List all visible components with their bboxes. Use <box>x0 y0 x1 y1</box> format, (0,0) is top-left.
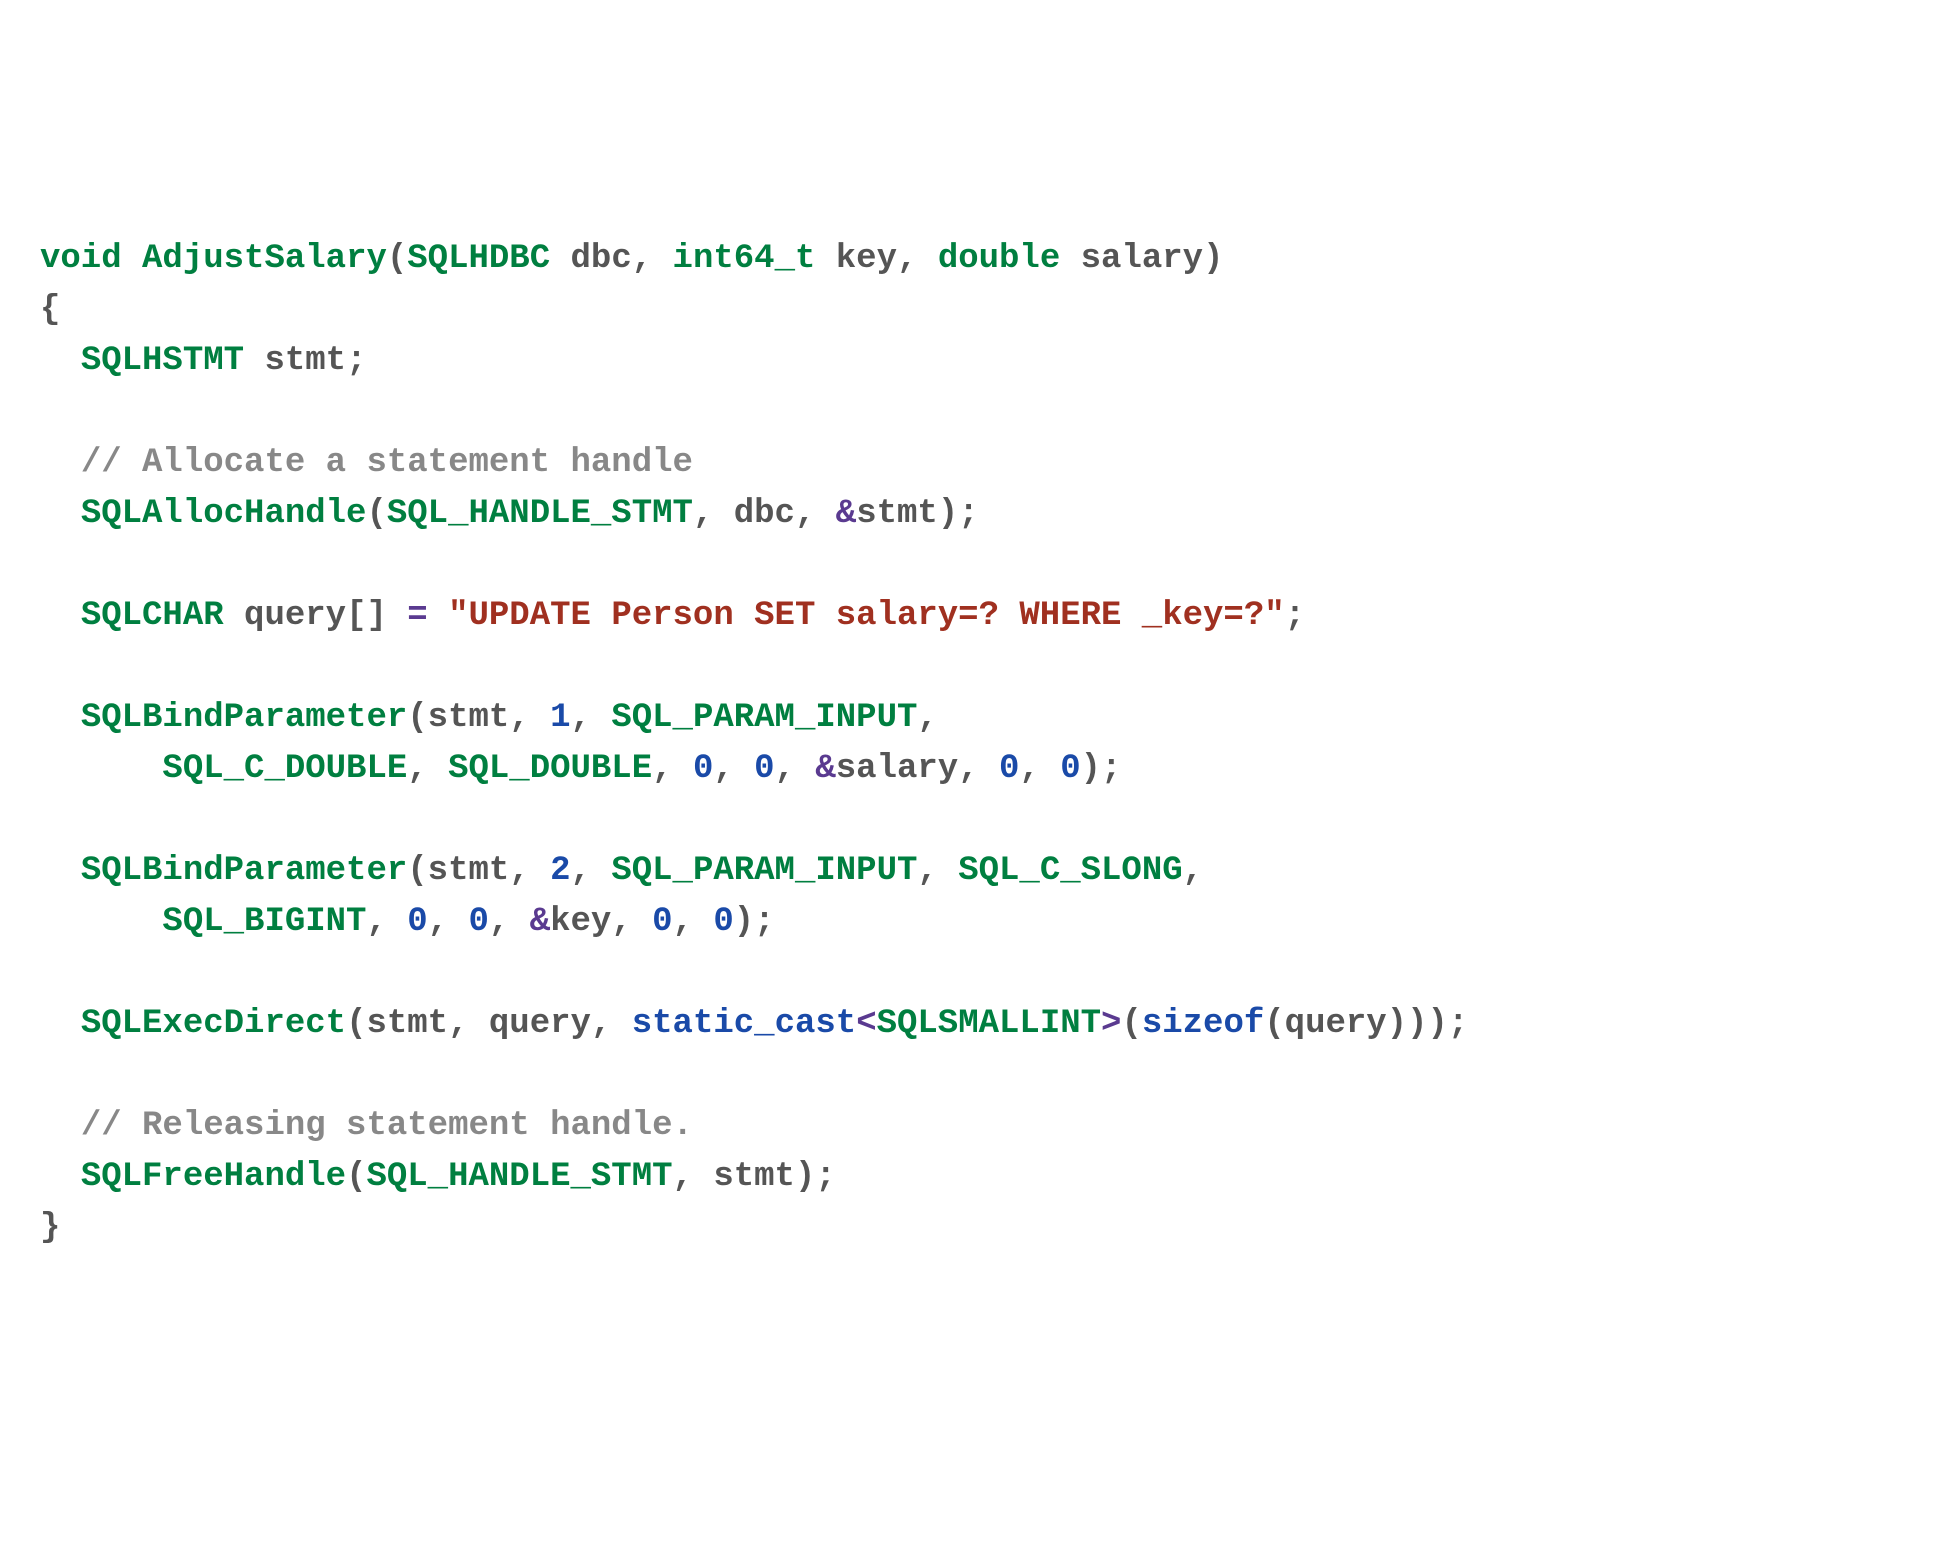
fn-sqlexec: SQLExecDirect <box>81 1005 346 1043</box>
brace-open: { <box>40 291 60 329</box>
type-sqlhstmt: SQLHSTMT <box>81 342 244 380</box>
code-block: void AdjustSalary(SQLHDBC dbc, int64_t k… <box>40 240 1468 1247</box>
string-literal: "UPDATE Person SET salary=? WHERE _key=?… <box>448 597 1285 635</box>
line-1: void AdjustSalary(SQLHDBC dbc, int64_t k… <box>40 240 1223 278</box>
keyword-void: void <box>40 240 122 278</box>
type-sqlchar: SQLCHAR <box>81 597 224 635</box>
comment: // Releasing statement handle. <box>81 1107 693 1145</box>
line-5: SQLAllocHandle(SQL_HANDLE_STMT, dbc, &st… <box>40 495 979 533</box>
keyword-sizeof: sizeof <box>1142 1005 1264 1043</box>
fn-sqlfree: SQLFreeHandle <box>81 1158 346 1196</box>
type-sqlhdbc: SQLHDBC <box>407 240 550 278</box>
fn-sqlbind: SQLBindParameter <box>81 852 407 890</box>
line-6: SQLCHAR query[] = "UPDATE Person SET sal… <box>40 597 1305 635</box>
line-7b: SQL_C_DOUBLE, SQL_DOUBLE, 0, 0, &salary,… <box>40 750 1121 788</box>
comment: // Allocate a statement handle <box>81 444 693 482</box>
line-11: SQLFreeHandle(SQL_HANDLE_STMT, stmt); <box>40 1158 836 1196</box>
fn-sqlbind: SQLBindParameter <box>81 699 407 737</box>
type-int64: int64_t <box>673 240 816 278</box>
line-12: } <box>40 1209 60 1247</box>
line-8b: SQL_BIGINT, 0, 0, &key, 0, 0); <box>40 903 775 941</box>
ampersand-icon: & <box>530 903 550 941</box>
function-name: AdjustSalary <box>142 240 387 278</box>
line-8a: SQLBindParameter(stmt, 2, SQL_PARAM_INPU… <box>40 852 1203 890</box>
line-9: SQLExecDirect(stmt, query, static_cast<S… <box>40 1005 1468 1043</box>
ampersand-icon: & <box>815 750 835 788</box>
line-4: // Allocate a statement handle <box>40 444 693 482</box>
brace-close: } <box>40 1209 60 1247</box>
line-2: { <box>40 291 60 329</box>
line-7a: SQLBindParameter(stmt, 1, SQL_PARAM_INPU… <box>40 699 938 737</box>
ampersand-icon: & <box>836 495 856 533</box>
fn-sqlalloc: SQLAllocHandle <box>81 495 367 533</box>
type-double: double <box>938 240 1060 278</box>
line-10: // Releasing statement handle. <box>40 1107 693 1145</box>
keyword-static-cast: static_cast <box>632 1005 856 1043</box>
line-3: SQLHSTMT stmt; <box>40 342 366 380</box>
